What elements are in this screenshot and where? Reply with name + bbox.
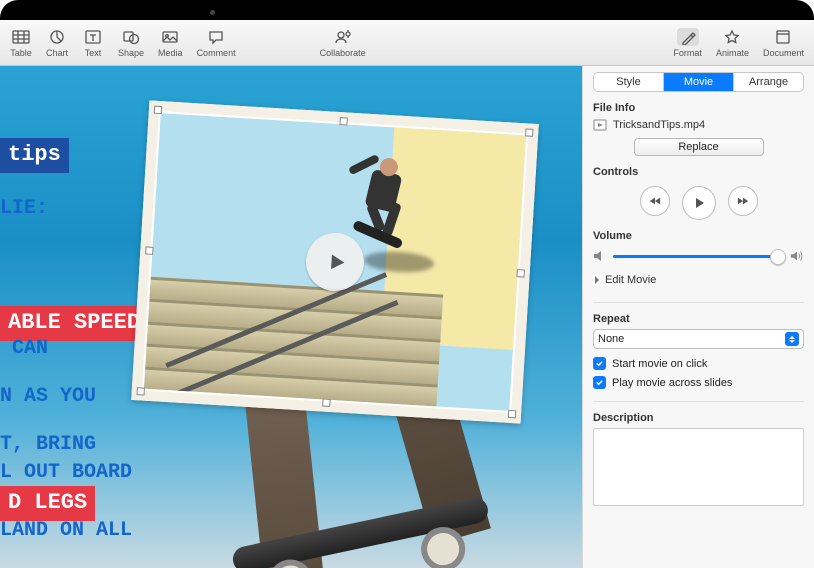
start-on-click-row[interactable]: Start movie on click [593,357,804,370]
toolbar-animate[interactable]: Animate [716,28,749,58]
slide-text-can: CAN [0,334,48,363]
tab-arrange[interactable]: Arrange [734,73,803,91]
media-icon [159,28,181,46]
section-repeat: Repeat [593,313,804,325]
toolbar-document[interactable]: Document [763,28,804,58]
toolbar-label: Format [673,48,702,58]
checkmark-icon [595,359,604,368]
slide-text-land: LAND ON ALL [0,516,132,545]
camera-dot [210,10,215,15]
animate-icon [721,28,743,46]
rewind-button[interactable] [640,186,670,216]
repeat-value: None [598,333,624,345]
resize-handle[interactable] [322,399,330,407]
play-across-label: Play movie across slides [612,377,732,389]
toolbar-chart[interactable]: Chart [46,28,68,58]
section-file-info: File Info [593,102,804,114]
play-across-slides-row[interactable]: Play movie across slides [593,376,804,389]
resize-handle[interactable] [137,387,145,395]
file-name: TricksandTips.mp4 [613,119,705,131]
text-icon [82,28,104,46]
inspector-tabs: Style Movie Arrange [593,72,804,92]
toolbar-label: Text [85,48,102,58]
chart-icon [46,28,68,46]
rewind-icon [649,195,661,207]
shape-icon [120,28,142,46]
tab-movie[interactable]: Movie [664,73,734,91]
edit-movie-label: Edit Movie [605,274,656,286]
format-sidebar: Style Movie Arrange File Info TricksandT… [582,66,814,568]
resize-handle[interactable] [145,246,153,254]
chevron-right-icon [593,276,601,284]
forward-icon [737,195,749,207]
toolbar: Table Chart Text Shape [0,20,814,66]
toolbar-table[interactable]: Table [10,28,32,58]
toolbar-label: Document [763,48,804,58]
toolbar-label: Table [10,48,32,58]
toolbar-label: Comment [197,48,236,58]
playback-controls [593,186,804,220]
collaborate-icon [332,28,354,46]
background-skateboard [219,442,500,568]
checkmark-icon [595,378,604,387]
divider [593,302,804,303]
divider [593,401,804,402]
table-icon [10,28,32,46]
checkbox-play-across[interactable] [593,376,606,389]
play-button[interactable] [682,186,716,220]
toolbar-label: Animate [716,48,749,58]
app-window: Table Chart Text Shape [0,20,814,568]
toolbar-label: Media [158,48,183,58]
slide-text-lie: LIE: [0,194,48,223]
volume-slider[interactable] [613,255,784,258]
device-bezel [0,0,814,20]
resize-handle[interactable] [525,128,533,136]
play-icon [692,196,706,210]
format-icon [677,28,699,46]
volume-high-icon [790,250,804,262]
toolbar-collaborate[interactable]: Collaborate [320,28,366,58]
toolbar-media[interactable]: Media [158,28,183,58]
slide-text-board: L OUT BOARD [0,458,132,487]
slide-text-asyou: N AS YOU [0,382,96,411]
section-description: Description [593,412,804,424]
section-volume: Volume [593,230,804,242]
select-arrows-icon [785,332,799,346]
resize-handle[interactable] [508,410,516,418]
slide-text-bring: T, BRING [0,430,96,459]
resize-handle[interactable] [339,117,347,125]
slide-chip-tips: tips [0,138,69,173]
description-textarea[interactable] [593,428,804,506]
start-on-click-label: Start movie on click [612,358,707,370]
comment-icon [205,28,227,46]
forward-button[interactable] [728,186,758,216]
section-controls: Controls [593,166,804,178]
toolbar-comment[interactable]: Comment [197,28,236,58]
toolbar-label: Collaborate [320,48,366,58]
volume-row [593,250,804,262]
checkbox-start-on-click[interactable] [593,357,606,370]
file-name-row: TricksandTips.mp4 [593,118,804,132]
toolbar-label: Chart [46,48,68,58]
play-icon [325,250,348,273]
movie-object[interactable] [131,100,539,423]
document-icon [772,28,794,46]
resize-handle[interactable] [154,106,162,114]
replace-button[interactable]: Replace [634,138,764,156]
movie-file-icon [593,118,607,132]
toolbar-label: Shape [118,48,144,58]
toolbar-text[interactable]: Text [82,28,104,58]
toolbar-format[interactable]: Format [673,28,702,58]
resize-handle[interactable] [516,269,524,277]
slide-canvas[interactable]: tips LIE: ABLE SPEED CAN N AS YOU T, BRI… [0,66,582,568]
tab-style[interactable]: Style [594,73,664,91]
toolbar-shape[interactable]: Shape [118,28,144,58]
repeat-select[interactable]: None [593,329,804,349]
volume-low-icon [593,250,607,262]
edit-movie-disclosure[interactable]: Edit Movie [593,274,804,286]
